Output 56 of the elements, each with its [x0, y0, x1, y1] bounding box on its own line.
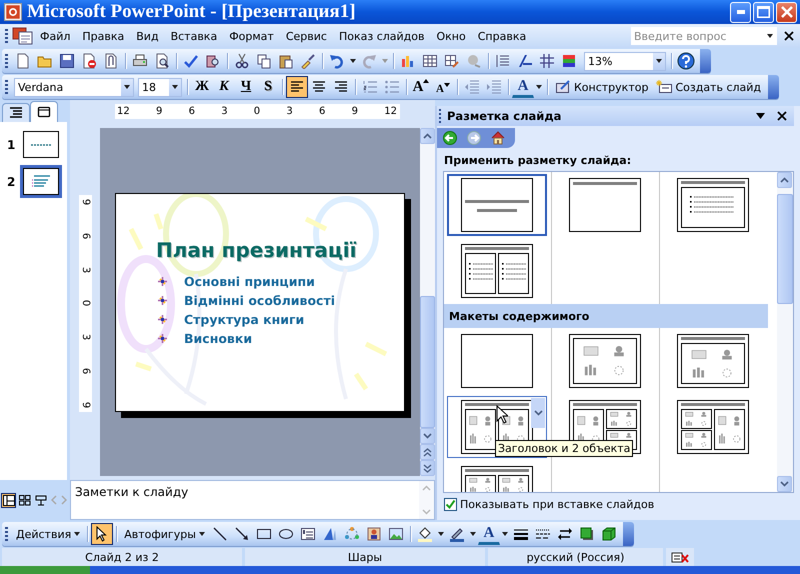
- checkbox-label: Показывать при вставке слайдов: [460, 498, 654, 511]
- ruler-number: 0: [254, 106, 260, 117]
- text-style-button[interactable]: S: [257, 76, 279, 98]
- task-pane-title: Разметка слайда: [447, 109, 562, 123]
- slide-number: 2: [7, 174, 15, 188]
- ruler-number: 12: [384, 106, 397, 117]
- menu-item[interactable]: Справка: [472, 28, 532, 44]
- ruler-number: 3: [80, 334, 90, 340]
- ruler-number: 9: [156, 106, 162, 117]
- status-text: Слайд 2 из 2: [2, 548, 242, 566]
- text-style-button[interactable]: Ч: [235, 76, 257, 98]
- ruler-number: 6: [188, 106, 195, 117]
- ruler-number: 9: [80, 402, 90, 408]
- bullet-text: Відмінні особливості: [184, 292, 335, 308]
- font-field[interactable]: Verdana: [14, 78, 134, 96]
- tooltip: Заголовок и 2 объекта: [495, 440, 634, 457]
- ruler-number: 6: [319, 106, 326, 117]
- font-size-field[interactable]: 18: [138, 78, 182, 96]
- text-style-button[interactable]: Ж: [191, 76, 213, 98]
- slide-number: 1: [7, 138, 15, 152]
- bullet-text: Основні принципи: [184, 274, 315, 289]
- ruler-number: 3: [221, 106, 228, 117]
- window-title: Microsoft PowerPoint - [Презентация1]: [27, 1, 356, 23]
- slide-title: План презинтації: [156, 238, 358, 262]
- section-header: Макеты содержимого: [444, 304, 768, 328]
- ruler-number: 0: [80, 300, 90, 307]
- ruler-number: 9: [80, 198, 90, 206]
- zoom-field[interactable]: 13%: [584, 52, 666, 70]
- shrink-font-button[interactable]: A: [432, 76, 454, 98]
- actions-menu[interactable]: Действия: [12, 523, 84, 545]
- menu-item[interactable]: Вид: [130, 28, 165, 44]
- ruler-number: 6: [80, 368, 90, 374]
- help-search-field[interactable]: Введите вопрос: [631, 27, 777, 45]
- menu-item[interactable]: Сервис: [280, 28, 333, 44]
- menu-item[interactable]: Правка: [76, 28, 130, 44]
- menu-item[interactable]: Показ слайдов: [332, 28, 430, 44]
- ruler-number: 3: [286, 106, 293, 117]
- menu-item[interactable]: Вставка: [164, 28, 224, 44]
- status-text: Шары: [245, 548, 485, 566]
- section-heading: Применить разметку слайда:: [443, 153, 632, 169]
- status-text: русский (Россия): [488, 548, 663, 566]
- ruler-number: 9: [352, 106, 358, 117]
- bullet-text: Структура книги: [184, 312, 304, 327]
- text-style-button[interactable]: К: [213, 76, 235, 98]
- autoshapes-menu[interactable]: Автофигуры: [120, 523, 209, 545]
- ruler-number: 6: [80, 232, 90, 239]
- design-button[interactable]: Конструктор: [551, 76, 652, 98]
- ruler-number: 12: [117, 106, 130, 117]
- grow-font-button[interactable]: A: [410, 76, 432, 98]
- menu-item[interactable]: Окно: [430, 28, 472, 44]
- menu-item[interactable]: Файл: [34, 28, 76, 44]
- ruler-number: 3: [80, 266, 90, 273]
- bullet-text: Висновки: [184, 330, 252, 346]
- menu-item[interactable]: Формат: [223, 28, 280, 44]
- new-slide-button[interactable]: Создать слайд: [652, 76, 766, 98]
- font-color-button[interactable]: A: [478, 523, 500, 545]
